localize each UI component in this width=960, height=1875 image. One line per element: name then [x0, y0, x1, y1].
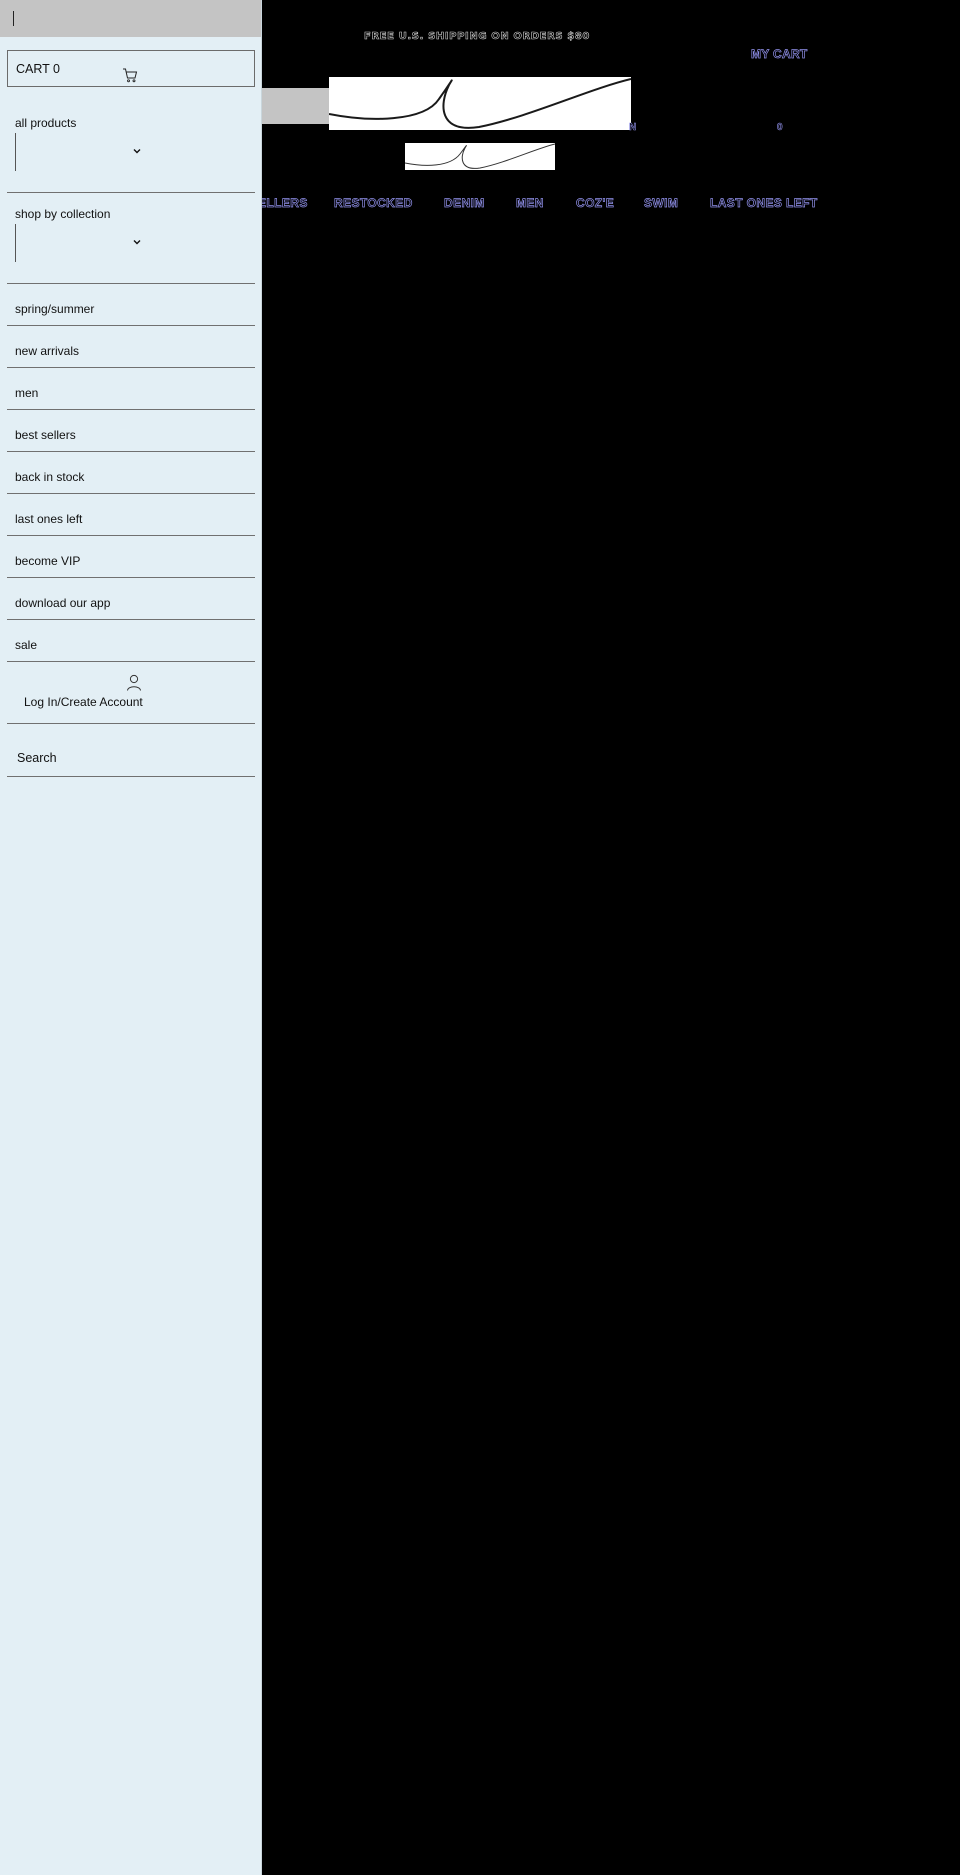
nav-item-denim[interactable]: DENIM	[444, 196, 485, 211]
account-label: Log In/Create Account	[24, 695, 143, 709]
search-label: Search	[17, 751, 57, 765]
menu-item-label: men	[15, 386, 39, 400]
menu-item-label: best sellers	[15, 428, 76, 442]
divider	[7, 325, 255, 326]
cart-label: CART 0	[16, 62, 61, 76]
brand-logo-small[interactable]	[404, 143, 556, 170]
divider	[7, 723, 255, 724]
header-link-a[interactable]: N	[629, 122, 637, 134]
menu-item-label: back in stock	[15, 470, 85, 484]
cart-icon	[123, 68, 138, 83]
nav-item-swim[interactable]: SWIM	[644, 196, 679, 211]
all-products-section: all products	[7, 116, 255, 176]
chevron-down-icon	[133, 149, 141, 154]
text-caret	[13, 11, 14, 26]
side-drawer: CART 0 all products shop by collection s…	[0, 0, 262, 1875]
my-cart-link[interactable]: MY CART	[751, 47, 808, 62]
nav-item-men[interactable]: MEN	[516, 196, 544, 211]
chevron-down-icon	[133, 240, 141, 245]
nav-item-best-sellers[interactable]: ELLERS	[258, 196, 308, 211]
brand-logo[interactable]	[328, 77, 632, 130]
menu-item-label: sale	[15, 638, 38, 652]
search-input[interactable]: Search	[7, 732, 255, 776]
divider	[7, 619, 255, 620]
divider	[7, 283, 255, 284]
divider	[7, 409, 255, 410]
divider	[7, 535, 255, 536]
search-underline	[7, 776, 255, 777]
menu-item-label: become VIP	[15, 554, 81, 568]
cart-button[interactable]: CART 0	[7, 50, 255, 87]
menu-item-label: download our app	[15, 596, 111, 610]
header-link-b[interactable]: 0	[777, 122, 783, 134]
menu-item-label: last ones left	[15, 512, 83, 526]
nav-item-restocked[interactable]: RESTOCKED	[334, 196, 413, 211]
menu-item-label: new arrivals	[15, 344, 80, 358]
divider	[7, 451, 255, 452]
shop-by-collection-section: shop by collection	[7, 207, 255, 267]
nav-item-last-ones-left[interactable]: LAST ONES LEFT	[710, 196, 818, 211]
all-products-dropdown[interactable]	[15, 133, 145, 171]
divider	[7, 493, 255, 494]
header-placeholder-bar	[262, 88, 330, 124]
nav-item-cozie[interactable]: COZ'E	[576, 196, 614, 211]
shop-by-collection-title: shop by collection	[15, 207, 111, 221]
brand-logo-script	[328, 78, 632, 129]
user-icon	[127, 674, 141, 691]
login-create-account-link[interactable]: Log In/Create Account	[7, 662, 255, 722]
brand-logo-small-script	[404, 143, 556, 169]
divider	[7, 577, 255, 578]
drawer-top-bar	[0, 0, 261, 37]
all-products-title: all products	[15, 116, 77, 130]
menu-item-label: spring/summer	[15, 302, 95, 316]
shop-by-collection-dropdown[interactable]	[15, 224, 145, 262]
divider	[7, 192, 255, 193]
shipping-banner: FREE U.S. SHIPPING ON ORDERS $80	[364, 31, 590, 43]
divider	[7, 367, 255, 368]
